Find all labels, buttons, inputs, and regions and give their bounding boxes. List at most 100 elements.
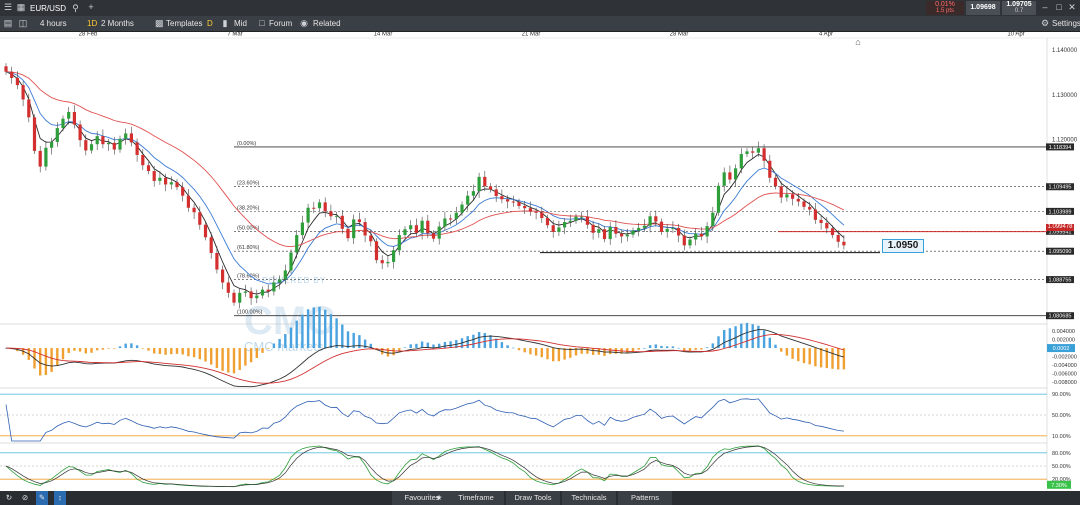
candle-down: [813, 209, 817, 220]
refresh-icon[interactable]: ↻: [4, 491, 14, 505]
macd-hist-bar: [666, 346, 669, 349]
candle-up: [118, 138, 122, 150]
settings-button[interactable]: Settings: [1052, 16, 1080, 31]
candle-down: [38, 150, 42, 167]
candle-down: [84, 140, 88, 151]
tab-technicals[interactable]: Technicals: [562, 491, 616, 505]
tab-draw-tools[interactable]: Draw Tools: [506, 491, 560, 505]
candle-up: [386, 261, 390, 264]
macd-hist-bar: [648, 345, 652, 349]
macd-hist-bar: [118, 346, 122, 349]
top-bar: ☰ ▦ EUR/USD ⚲ + 0.01% 1.5 pts 1.09698 1.…: [0, 0, 1080, 16]
sell-price-button[interactable]: 1.09698: [966, 1, 1000, 15]
candle-down: [659, 221, 664, 232]
macd-hist-bar: [170, 348, 173, 355]
x-tick-label: 14 Mar: [374, 32, 393, 38]
alert-bell-icon: ⌂: [855, 37, 860, 47]
tab-patterns[interactable]: Patterns: [618, 491, 672, 505]
stoch-tick-label: 50.00%: [1052, 464, 1071, 470]
candle-up: [317, 202, 322, 209]
macd-hist-bar: [261, 348, 264, 353]
candle-down: [768, 160, 772, 178]
maximize-icon[interactable]: □: [1054, 0, 1064, 15]
candle-up: [756, 148, 760, 153]
candle-up: [785, 194, 789, 198]
candle-down: [10, 71, 14, 78]
macd-hist-bar: [335, 318, 338, 349]
macd-hist-bar: [700, 348, 703, 350]
candle-up: [397, 235, 401, 251]
candle-up: [625, 234, 629, 237]
menu-icon[interactable]: ☰: [3, 0, 13, 15]
fib-label: (0.00%): [237, 141, 256, 147]
candle-up: [306, 207, 310, 223]
candle-down: [517, 201, 521, 206]
candle-down: [808, 206, 812, 210]
macd-panel: 0.004000 0.002000 -0.002000 -0.004000 -0.006…: [0, 306, 1077, 388]
macd-hist-bar: [204, 348, 207, 362]
macd-hist-bar: [591, 348, 595, 355]
period-button[interactable]: 2 Months: [101, 16, 134, 31]
search-icon[interactable]: ⚲: [72, 2, 79, 14]
macd-hist-bar: [563, 348, 566, 360]
chart-canvas[interactable]: 28 Feb 7 Mar 14 Mar 21 Mar 28 Mar 4 Apr 10 Apr…: [0, 31, 1080, 491]
candle-down: [357, 219, 361, 223]
candle-down: [112, 142, 116, 150]
macd-hist-bar: [740, 323, 743, 349]
macd-hist-bar: [67, 348, 70, 353]
symbol-field[interactable]: EUR/USD ⚲: [30, 2, 79, 14]
candle-up: [409, 225, 413, 230]
candle-up: [694, 233, 698, 240]
candle-up: [278, 279, 282, 283]
eye-icon: ◉: [300, 18, 308, 28]
macd-hist-bar: [295, 320, 298, 349]
macd-value-label: 0.0002: [1053, 346, 1070, 352]
candle-down: [682, 235, 686, 246]
candle-down: [506, 199, 510, 202]
candle-down: [528, 208, 532, 212]
buy-price-button[interactable]: 1.09705 0.7: [1002, 1, 1036, 15]
pencil-icon[interactable]: ✎: [36, 491, 48, 505]
hide-icon[interactable]: ⊘: [20, 491, 30, 505]
expand-icon[interactable]: ↕: [54, 491, 66, 505]
macd-hist-bar: [609, 348, 612, 355]
macd-hist-bar: [244, 348, 247, 366]
macd-hist-bar: [272, 343, 276, 349]
macd-hist-bar: [284, 334, 287, 349]
candle-up: [574, 216, 578, 221]
macd-hist-bar: [227, 348, 230, 373]
candle-up: [95, 136, 99, 145]
candle-down: [819, 219, 823, 223]
tab-timeframe[interactable]: Timeframe: [448, 491, 504, 505]
candle-up: [642, 225, 646, 228]
macd-hist-bar: [751, 324, 754, 349]
macd-hist-bar: [762, 330, 766, 349]
candle-down: [346, 228, 350, 239]
macd-hist-bar: [842, 348, 846, 370]
candle-down: [215, 252, 219, 270]
macd-hist-bar: [90, 348, 93, 353]
layout-icon[interactable]: ◫: [18, 16, 28, 31]
forum-button[interactable]: Forum: [269, 16, 292, 31]
rsi-tick-label: 50.00%: [1052, 413, 1071, 419]
candle-down: [677, 227, 681, 236]
candle-down: [614, 227, 618, 234]
star-icon[interactable]: ★: [434, 491, 444, 505]
candle-down: [198, 212, 202, 225]
candle-up: [55, 128, 59, 142]
y-tick-label: 1.140000: [1052, 48, 1078, 54]
candle-down: [779, 186, 783, 198]
rsi-tick-label: 90.00%: [1052, 392, 1071, 398]
chart-list-icon[interactable]: ▤: [3, 16, 13, 31]
add-tab-icon[interactable]: +: [86, 0, 96, 15]
related-button[interactable]: Related: [313, 16, 341, 31]
macd-hist-bar: [409, 344, 412, 349]
candle-down: [266, 289, 270, 292]
macd-hist-bar: [814, 348, 817, 367]
close-icon[interactable]: ✕: [1067, 0, 1077, 15]
interval-button[interactable]: 4 hours: [40, 16, 67, 31]
templates-button[interactable]: Templates: [166, 16, 202, 31]
minimize-icon[interactable]: –: [1040, 0, 1050, 15]
price-type-button[interactable]: Mid: [234, 16, 247, 31]
chart-icon[interactable]: ▦: [16, 0, 26, 15]
